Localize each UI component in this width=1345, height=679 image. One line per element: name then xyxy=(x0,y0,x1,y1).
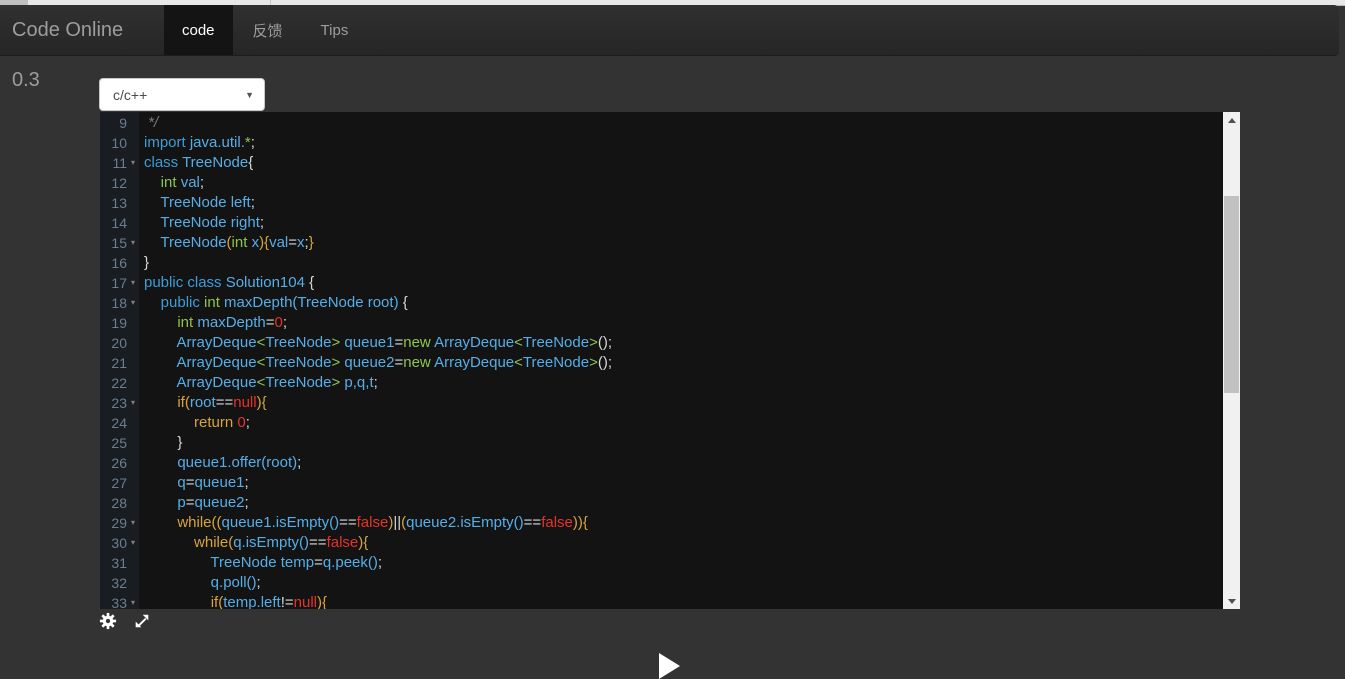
line-number[interactable]: 13 xyxy=(100,193,139,213)
code-line[interactable]: while(q.isEmpty()==false){ xyxy=(144,533,1240,553)
code-line[interactable]: q.poll(); xyxy=(144,573,1240,593)
code-line[interactable]: q=queue1; xyxy=(144,473,1240,493)
code-line[interactable]: ArrayDeque<TreeNode> queue2=new ArrayDeq… xyxy=(144,353,1240,373)
fold-arrow-icon[interactable]: ▾ xyxy=(127,393,139,413)
line-number[interactable]: 14 xyxy=(100,213,139,233)
tab-tips[interactable]: Tips xyxy=(303,5,367,55)
line-number[interactable]: 31 xyxy=(100,553,139,573)
gutter[interactable]: 9 10 11 ▾ 12 13 14 15 ▾ 16 17 ▾ 18 ▾ 19 20 21 22 23 ▾ 24 25 26… xyxy=(100,112,139,609)
line-number[interactable]: 21 xyxy=(100,353,139,373)
fold-arrow-icon[interactable]: ▾ xyxy=(127,513,139,533)
expand-arrows-icon xyxy=(135,614,149,628)
line-number[interactable]: 28 xyxy=(100,493,139,513)
line-number[interactable]: 12 xyxy=(100,173,139,193)
code-line[interactable]: if(root==null){ xyxy=(144,393,1240,413)
code-line[interactable]: public int maxDepth(TreeNode root) { xyxy=(144,293,1240,313)
line-number[interactable]: 22 xyxy=(100,373,139,393)
language-select[interactable]: c/c++ ▼ xyxy=(99,78,265,111)
code-line[interactable]: if(temp.left!=null){ xyxy=(144,593,1240,609)
code-line[interactable]: public class Solution104 { xyxy=(144,273,1240,293)
line-number[interactable]: 24 xyxy=(100,413,139,433)
line-number[interactable]: 26 xyxy=(100,453,139,473)
code-line[interactable]: } xyxy=(144,253,1240,273)
line-number[interactable]: 11 ▾ xyxy=(100,153,139,173)
chevron-down-icon: ▼ xyxy=(245,89,254,100)
line-number[interactable]: 10 xyxy=(100,133,139,153)
run-button[interactable] xyxy=(659,653,680,679)
code-line[interactable]: TreeNode(int x){val=x;} xyxy=(144,233,1240,253)
code-line[interactable]: p=queue2; xyxy=(144,493,1240,513)
line-number[interactable]: 20 xyxy=(100,333,139,353)
code-line[interactable]: TreeNode right; xyxy=(144,213,1240,233)
editor-scrollbar[interactable] xyxy=(1223,112,1240,609)
fold-arrow-icon[interactable]: ▾ xyxy=(127,293,139,313)
scrollbar-thumb[interactable] xyxy=(1224,196,1239,393)
fold-arrow-icon[interactable]: ▾ xyxy=(127,533,139,553)
line-number[interactable]: 29 ▾ xyxy=(100,513,139,533)
line-number[interactable]: 32 xyxy=(100,573,139,593)
settings-button[interactable] xyxy=(99,612,117,630)
code-line[interactable]: queue1.offer(root); xyxy=(144,453,1240,473)
code-lines[interactable]: */import java.util.*; class TreeNode{ int… xyxy=(139,112,1240,609)
app-title: Code Online 0.3 xyxy=(12,19,124,91)
gear-icon xyxy=(99,612,117,630)
fold-arrow-icon[interactable]: ▾ xyxy=(127,273,139,293)
code-line[interactable]: ArrayDeque<TreeNode> queue1=new ArrayDeq… xyxy=(144,333,1240,353)
code-line[interactable]: TreeNode left; xyxy=(144,193,1240,213)
line-number[interactable]: 16 xyxy=(100,253,139,273)
code-line[interactable]: */ xyxy=(144,113,1240,133)
tab-feedback[interactable]: 反馈 xyxy=(235,5,301,55)
line-number[interactable]: 27 xyxy=(100,473,139,493)
fold-arrow-icon[interactable]: ▾ xyxy=(127,593,139,609)
triangle-up-icon xyxy=(1227,117,1236,123)
fold-arrow-icon[interactable]: ▾ xyxy=(127,233,139,253)
line-number[interactable]: 19 xyxy=(100,313,139,333)
line-number[interactable]: 30 ▾ xyxy=(100,533,139,553)
code-line[interactable]: int maxDepth=0; xyxy=(144,313,1240,333)
fold-arrow-icon[interactable]: ▾ xyxy=(127,153,139,173)
expand-button[interactable] xyxy=(133,612,151,630)
line-number[interactable]: 25 xyxy=(100,433,139,453)
code-line[interactable]: TreeNode temp=q.peek(); xyxy=(144,553,1240,573)
scroll-up-button[interactable] xyxy=(1223,112,1240,128)
language-select-value: c/c++ xyxy=(113,86,148,103)
triangle-down-icon xyxy=(1227,598,1236,604)
code-line[interactable]: return 0; xyxy=(144,413,1240,433)
top-navbar: Code Online 0.3 code 反馈 Tips xyxy=(0,5,1339,91)
line-number[interactable]: 18 ▾ xyxy=(100,293,139,313)
tab-code[interactable]: code xyxy=(164,5,233,55)
code-line[interactable]: } xyxy=(144,433,1240,453)
scroll-down-button[interactable] xyxy=(1223,593,1240,609)
line-number[interactable]: 15 ▾ xyxy=(100,233,139,253)
code-line[interactable]: class TreeNode{ xyxy=(144,153,1240,173)
code-line[interactable]: ArrayDeque<TreeNode> p,q,t; xyxy=(144,373,1240,393)
line-number[interactable]: 9 xyxy=(100,113,139,133)
code-line[interactable]: while((queue1.isEmpty()==false)||(queue2… xyxy=(144,513,1240,533)
line-number[interactable]: 33 ▾ xyxy=(100,593,139,609)
line-number[interactable]: 17 ▾ xyxy=(100,273,139,293)
code-line[interactable]: import java.util.*; xyxy=(144,133,1240,153)
code-line[interactable]: int val; xyxy=(144,173,1240,193)
line-number[interactable]: 23 ▾ xyxy=(100,393,139,413)
code-editor[interactable]: 9 10 11 ▾ 12 13 14 15 ▾ 16 17 ▾ 18 ▾ 19 20 21 22 23 ▾ 24 25 26… xyxy=(100,112,1240,609)
